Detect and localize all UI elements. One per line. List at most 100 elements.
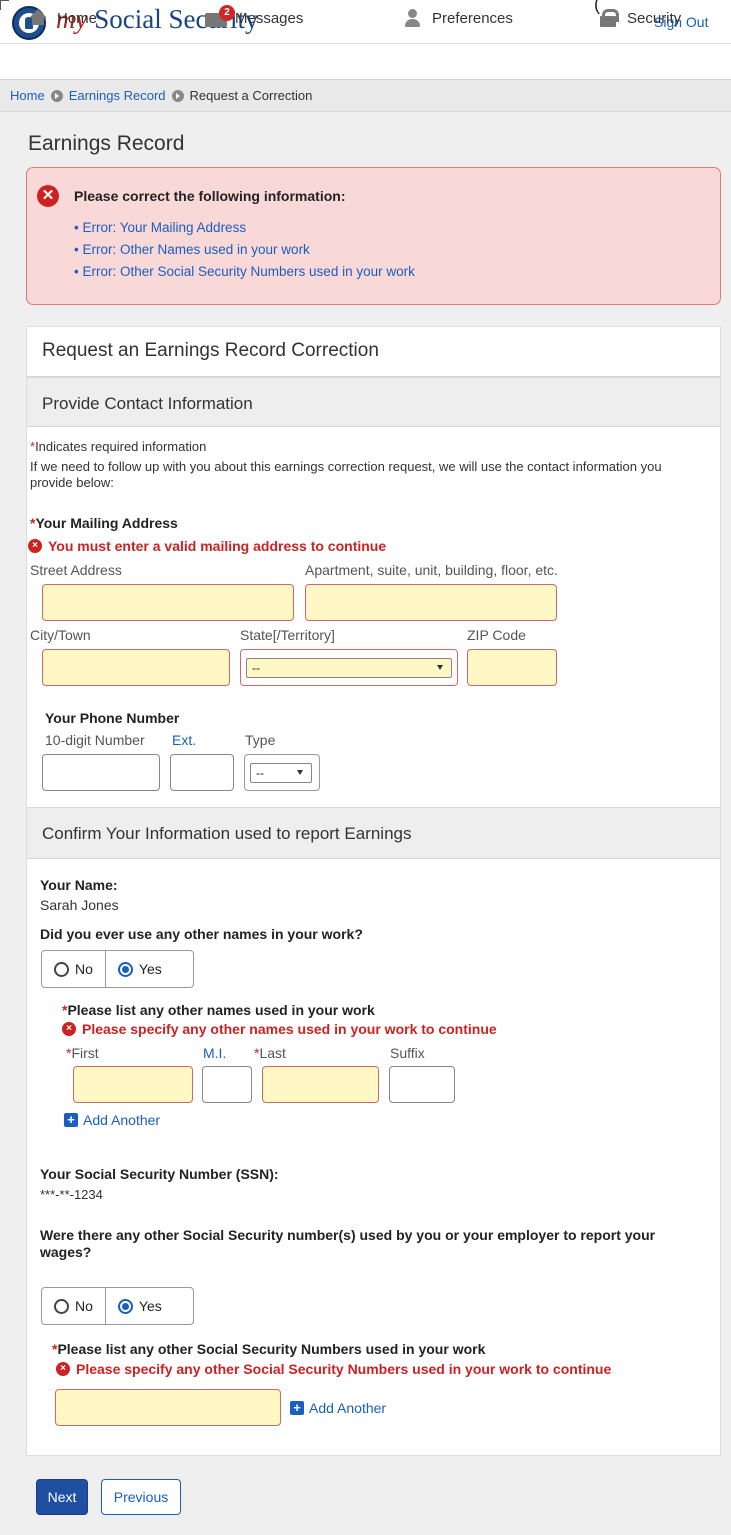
- error-list: Error: Your Mailing Address Error: Other…: [74, 217, 415, 283]
- error-x-icon: ×: [62, 1022, 76, 1036]
- error-summary: ✕ Please correct the following informati…: [26, 167, 721, 305]
- nav-home-label: Home: [57, 9, 98, 27]
- messages-badge: 2: [219, 5, 235, 21]
- nav-security-label: Security: [627, 9, 682, 27]
- dropdown-arrow-icon: [297, 770, 303, 775]
- error-link-mailing-address[interactable]: Error: Your Mailing Address: [74, 217, 415, 239]
- other-ssn-error: × Please specify any other Social Securit…: [56, 1361, 611, 1377]
- other-ssn-error-text: Please specify any other Social Security…: [76, 1361, 612, 1377]
- add-another-ssn-link[interactable]: + Add Another: [290, 1400, 386, 1416]
- breadcrumb-home[interactable]: Home: [10, 88, 45, 103]
- error-x-icon: ×: [28, 539, 42, 553]
- city-label: City/Town: [30, 627, 91, 643]
- last-name-label-text: Last: [259, 1045, 286, 1061]
- phone-number-label: 10-digit Number: [45, 732, 145, 748]
- mi-label[interactable]: M.I.: [203, 1045, 226, 1061]
- first-name-label: *First: [66, 1045, 99, 1061]
- nav-messages[interactable]: 2 Messages: [205, 5, 304, 27]
- required-note-text: Indicates required information: [35, 439, 207, 454]
- state-label: State[/Territory]: [240, 627, 335, 643]
- other-ssn-yes[interactable]: Yes: [104, 1288, 174, 1324]
- state-select[interactable]: --: [246, 658, 452, 678]
- other-first-name-input[interactable]: [73, 1066, 193, 1103]
- confirm-section-title: Confirm Your Information used to report …: [42, 824, 412, 843]
- other-last-name-input[interactable]: [262, 1066, 379, 1103]
- other-ssn-yes-label: Yes: [138, 1298, 162, 1314]
- phone-number-input[interactable]: [42, 754, 160, 791]
- other-ssn-no[interactable]: No: [42, 1288, 105, 1324]
- mailing-address-error: × You must enter a valid mailing address …: [28, 538, 386, 554]
- other-names-yes[interactable]: Yes: [104, 951, 174, 987]
- other-ssn-list-label: *Please list any other Social Security N…: [52, 1341, 486, 1357]
- page-title: Earnings Record: [28, 132, 185, 155]
- error-x-icon: ×: [56, 1362, 70, 1376]
- nav-preferences[interactable]: Preferences: [402, 9, 513, 27]
- your-name-label: Your Name:: [40, 877, 118, 893]
- error-x-icon: ✕: [37, 185, 59, 207]
- breadcrumb: Home Earnings Record Request a Correctio…: [0, 80, 731, 112]
- lock-icon: [597, 9, 619, 27]
- chevron-right-icon: [50, 89, 63, 102]
- phone-type-wrapper: --: [244, 754, 320, 791]
- other-mi-input[interactable]: [202, 1066, 252, 1103]
- nav-home[interactable]: Home: [27, 9, 97, 27]
- other-ssn-radio-group: No Yes: [41, 1287, 194, 1325]
- dropdown-arrow-icon: [437, 665, 443, 670]
- other-names-error: × Please specify any other names used in …: [62, 1021, 497, 1037]
- envelope-icon: 2: [205, 5, 235, 27]
- state-select-value: --: [252, 661, 260, 675]
- zip-label: ZIP Code: [467, 627, 526, 643]
- ssn-value: ***-**-1234: [40, 1187, 103, 1202]
- add-another-name-link[interactable]: + Add Another: [64, 1112, 160, 1128]
- street-address-label: Street Address: [30, 562, 122, 578]
- error-link-other-names[interactable]: Error: Other Names used in your work: [74, 239, 415, 261]
- phone-label: Your Phone Number: [45, 710, 180, 726]
- previous-button[interactable]: Previous: [101, 1479, 181, 1515]
- next-button[interactable]: Next: [36, 1479, 88, 1515]
- window-corner-mark: [0, 0, 9, 10]
- breadcrumb-earnings-record[interactable]: Earnings Record: [69, 88, 166, 103]
- contact-section-title: Provide Contact Information: [42, 394, 253, 413]
- ssn-label: Your Social Security Number (SSN):: [40, 1166, 279, 1182]
- mailing-address-error-text: You must enter a valid mailing address t…: [48, 538, 387, 554]
- radio-checked-icon: [117, 961, 133, 977]
- phone-type-select[interactable]: --: [250, 763, 312, 783]
- phone-ext-input[interactable]: [170, 754, 234, 791]
- nav-security[interactable]: Security: [597, 9, 681, 27]
- street-address-input[interactable]: [42, 584, 294, 621]
- other-names-radio-group: No Yes: [41, 950, 194, 988]
- other-ssn-question: Were there any other Social Security num…: [40, 1227, 656, 1260]
- radio-checked-icon: [117, 1298, 133, 1314]
- phone-type-label: Type: [245, 732, 276, 748]
- phone-ext-label[interactable]: Ext.: [172, 732, 196, 748]
- last-name-label: *Last: [254, 1045, 286, 1061]
- error-link-other-ssn[interactable]: Error: Other Social Security Numbers use…: [74, 261, 414, 283]
- other-names-list-label-text: Please list any other names used in your…: [67, 1002, 375, 1018]
- person-icon: [402, 9, 424, 27]
- plus-icon: +: [290, 1401, 304, 1415]
- first-name-label-text: First: [71, 1045, 99, 1061]
- other-names-error-text: Please specify any other names used in y…: [82, 1021, 497, 1037]
- nav-messages-label: Messages: [235, 9, 304, 27]
- add-another-ssn-label: Add Another: [309, 1400, 387, 1416]
- your-name-value: Sarah Jones: [40, 897, 119, 913]
- home-icon: [27, 9, 49, 27]
- radio-unchecked-icon: [54, 1298, 69, 1314]
- suffix-label: Suffix: [390, 1045, 425, 1061]
- card-title: Request an Earnings Record Correction: [42, 340, 379, 361]
- other-ssn-list-label-text: Please list any other Social Security Nu…: [57, 1341, 486, 1357]
- plus-icon: +: [64, 1113, 78, 1127]
- apartment-input[interactable]: [305, 584, 557, 621]
- zip-input[interactable]: [467, 649, 557, 686]
- other-names-no[interactable]: No: [42, 951, 105, 987]
- chevron-right-icon: [171, 89, 184, 102]
- other-suffix-input[interactable]: [389, 1066, 455, 1103]
- state-select-wrapper: --: [240, 649, 458, 686]
- main-nav: [0, 44, 731, 80]
- other-ssn-no-label: No: [75, 1298, 93, 1314]
- mailing-address-label: *Your Mailing Address: [30, 515, 178, 531]
- city-input[interactable]: [42, 649, 230, 686]
- other-ssn-input[interactable]: [55, 1389, 281, 1426]
- phone-type-value: --: [256, 766, 264, 780]
- other-names-question: Did you ever use any other names in your…: [40, 926, 363, 942]
